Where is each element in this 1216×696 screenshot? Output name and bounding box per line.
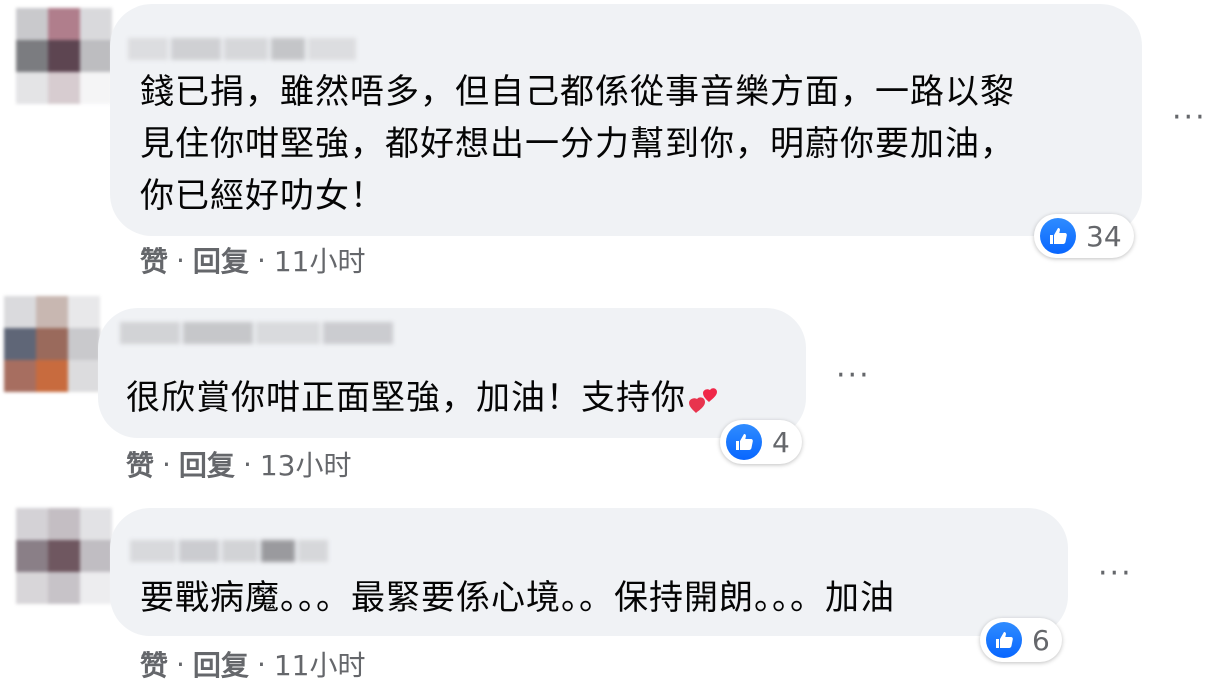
reply-button[interactable]: 回复	[193, 644, 249, 684]
like-button[interactable]: 赞	[140, 644, 168, 684]
like-reaction-icon	[726, 424, 762, 460]
separator: ·	[176, 647, 185, 681]
comment-text-content: 很欣賞你咁正面堅強，加油！支持你	[126, 378, 686, 418]
more-options-button[interactable]: ···	[836, 361, 871, 391]
avatar[interactable]	[16, 508, 112, 604]
more-options-button[interactable]: ···	[1098, 559, 1133, 589]
reaction-summary[interactable]: 6	[980, 618, 1062, 662]
separator: ·	[242, 447, 252, 481]
reply-button[interactable]: 回复	[179, 444, 235, 484]
avatar[interactable]	[16, 8, 112, 104]
like-reaction-icon	[986, 622, 1022, 658]
separator: ·	[256, 243, 266, 277]
timestamp[interactable]: 11小时	[274, 644, 366, 684]
two-hearts-icon	[688, 383, 722, 417]
avatar[interactable]	[4, 296, 100, 392]
reply-button[interactable]: 回复	[193, 240, 249, 280]
separator: ·	[162, 447, 171, 481]
comment-actions: 赞 · 回复 · 11小时	[140, 240, 365, 280]
timestamp[interactable]: 13小时	[260, 444, 352, 484]
more-options-button[interactable]: ···	[1172, 103, 1207, 133]
reaction-summary[interactable]: 4	[720, 420, 802, 464]
timestamp[interactable]: 11小时	[274, 240, 366, 280]
comment-text: 很欣賞你咁正面堅強，加油！支持你	[126, 372, 722, 424]
like-reaction-icon	[1040, 218, 1076, 254]
comment-actions: 赞 · 回复 · 13小时	[126, 444, 351, 484]
like-count: 6	[1032, 623, 1050, 657]
author-name[interactable]	[128, 38, 356, 60]
separator: ·	[176, 243, 185, 277]
comment-text: 錢已捐，雖然唔多，但自己都係從事音樂方面，一路以黎 見住你咁堅強，都好想出一分力…	[140, 72, 1015, 216]
like-button[interactable]: 赞	[140, 240, 168, 280]
like-count: 34	[1086, 219, 1122, 253]
author-name[interactable]	[130, 540, 328, 562]
comment-actions: 赞 · 回复 · 11小时	[140, 644, 365, 684]
separator: ·	[256, 647, 266, 681]
like-button[interactable]: 赞	[126, 444, 154, 484]
reaction-summary[interactable]: 34	[1034, 214, 1134, 258]
comment-text: 要戰病魔。。。最緊要係心境。。保持開朗。。。加油	[140, 578, 895, 618]
like-count: 4	[772, 425, 790, 459]
author-name[interactable]	[120, 322, 393, 344]
